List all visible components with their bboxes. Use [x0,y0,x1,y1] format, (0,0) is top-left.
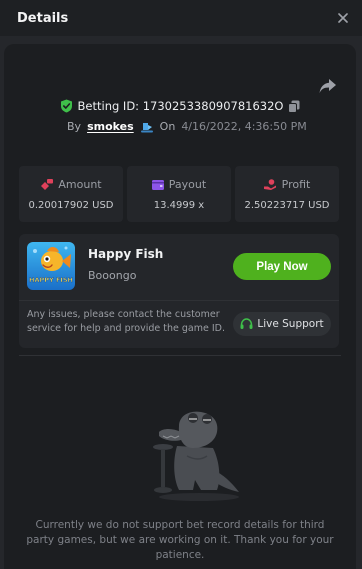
bet-datetime: 4/16/2022, 4:36:50 PM [181,120,307,133]
share-icon [319,79,336,93]
close-button[interactable] [334,9,352,27]
stat-value: 13.4999 x [153,199,205,211]
stat-amount: Amount 0.20017902 USD [19,166,123,222]
stat-label: Amount [58,177,102,191]
stat-value: 0.20017902 USD [28,199,114,211]
support-notice: Any issues, please contact the customer … [27,309,225,334]
betting-id-row: Betting ID: 173025338090781632O [4,99,356,113]
game-name: Happy Fish [88,247,164,261]
close-icon [338,13,348,23]
profit-icon [263,178,276,190]
modal-title: Details [17,10,69,26]
by-label: By [67,120,82,133]
bet-meta-row: By smokes On 4/16/2022, 4:36:50 PM [67,120,307,133]
details-modal: Details Betting ID: 173025338090781632O [0,0,362,569]
happy-fish-logo: HAPPY FISH [27,242,75,290]
game-thumbnail[interactable]: HAPPY FISH [27,242,75,290]
share-button[interactable] [318,77,338,95]
empty-state-message: Currently we do not support bet record d… [26,519,334,561]
live-support-button[interactable]: Live Support [233,312,331,336]
user-badge-icon [140,122,153,132]
copy-button[interactable] [288,100,300,113]
stat-payout: Payout 13.4999 x [127,166,231,222]
bet-stats: Amount 0.20017902 USD Payout 13.4999 x P… [19,166,339,222]
stat-label: Payout [168,177,207,191]
play-now-button[interactable]: Play Now [233,253,331,280]
divider [19,300,339,301]
copy-icon [288,100,300,113]
stat-label: Profit [281,177,311,191]
wallet-icon [151,179,164,190]
stat-profit: Profit 2.50223717 USD [235,166,339,222]
coins-icon [41,178,54,190]
crocodile-illustration [153,411,239,501]
logo-lettering: HAPPY FISH [29,276,73,284]
betting-id-text: Betting ID: 173025338090781632O [77,99,284,113]
modal-header: Details [0,0,362,36]
section-divider [19,355,341,356]
shield-check-icon [60,99,72,113]
details-content: Betting ID: 173025338090781632O By smoke… [4,44,356,569]
headset-icon [240,318,253,329]
game-provider: Booongo [88,269,137,282]
live-support-label: Live Support [257,318,324,330]
username-link[interactable]: smokes [87,120,134,133]
on-label: On [159,120,176,133]
game-card: HAPPY FISH Happy Fish Booongo Play Now A… [19,234,339,348]
stat-value: 2.50223717 USD [244,199,330,211]
